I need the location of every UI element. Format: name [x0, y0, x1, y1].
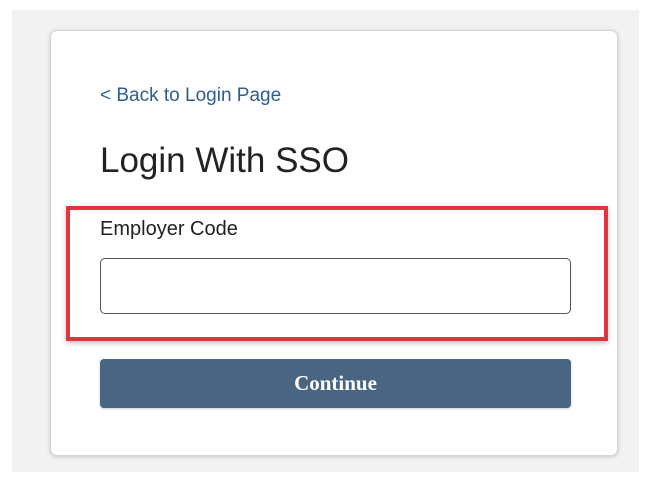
continue-button[interactable]: Continue	[100, 359, 571, 408]
login-card: < Back to Login Page Login With SSO Empl…	[50, 30, 618, 456]
back-to-login-link[interactable]: < Back to Login Page	[100, 85, 281, 107]
employer-code-label: Employer Code	[100, 218, 238, 240]
employer-code-input[interactable]	[100, 258, 571, 314]
page-title: Login With SSO	[100, 141, 349, 180]
